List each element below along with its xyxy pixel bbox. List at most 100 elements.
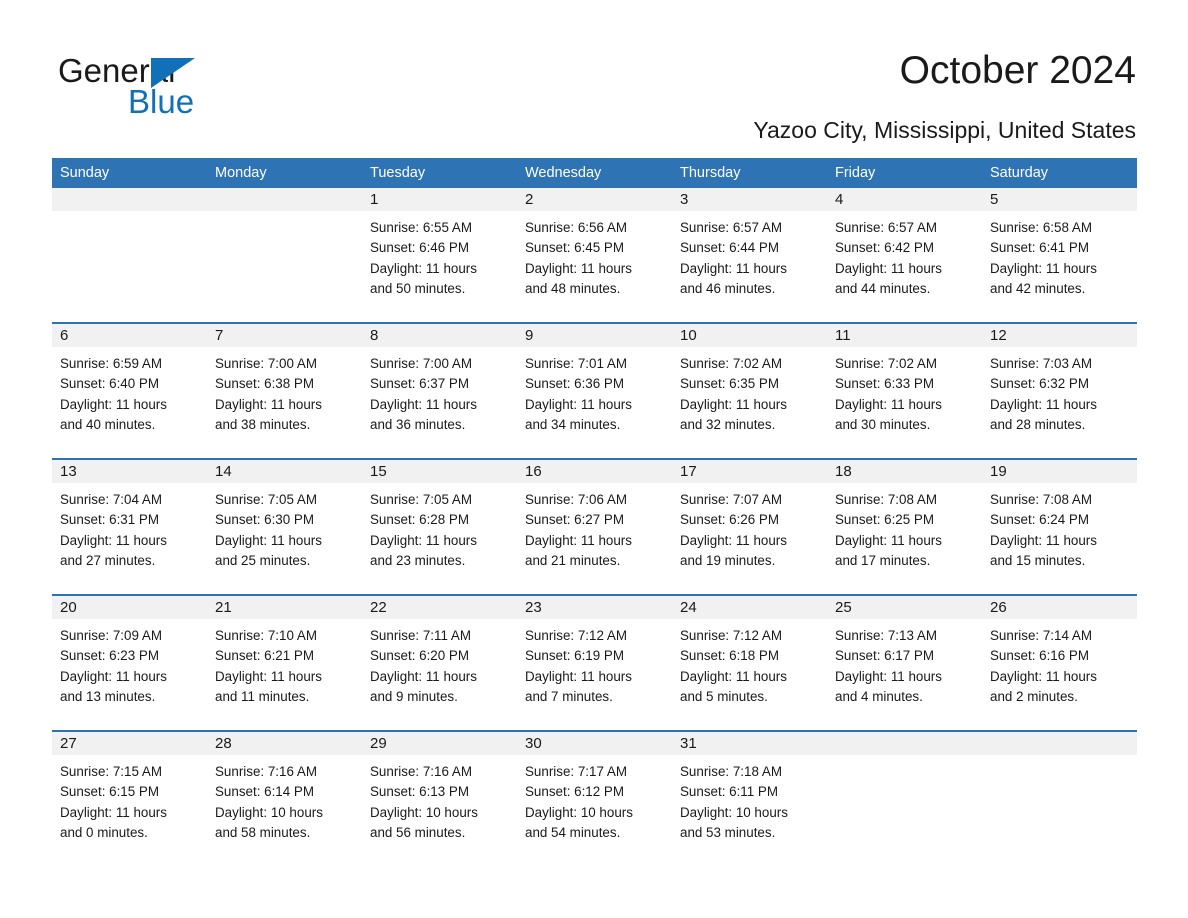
day-cell[interactable]: Sunrise: 6:56 AM Sunset: 6:45 PM Dayligh…	[517, 211, 672, 322]
day-number[interactable]: 4	[827, 188, 982, 211]
day-number[interactable]: 31	[672, 732, 827, 755]
day-cell[interactable]: Sunrise: 7:10 AM Sunset: 6:21 PM Dayligh…	[207, 619, 362, 730]
week-date-band: 20 21 22 23 24 25 26	[52, 596, 1137, 619]
day-number[interactable]: 23	[517, 596, 672, 619]
daylight-text-line2: and 38 minutes.	[215, 417, 311, 433]
day-number[interactable]: 27	[52, 732, 207, 755]
day-number[interactable]: 21	[207, 596, 362, 619]
day-number[interactable]: 10	[672, 324, 827, 347]
day-number[interactable]: 1	[362, 188, 517, 211]
day-cell[interactable]: Sunrise: 7:02 AM Sunset: 6:35 PM Dayligh…	[672, 347, 827, 458]
daylight-text-line2: and 15 minutes.	[990, 553, 1086, 569]
daylight-text-line2: and 34 minutes.	[525, 417, 621, 433]
daylight-text-line1: Daylight: 11 hours	[215, 396, 322, 412]
day-cell[interactable]: Sunrise: 6:58 AM Sunset: 6:41 PM Dayligh…	[982, 211, 1137, 322]
day-number[interactable]: 3	[672, 188, 827, 211]
daylight-text-line2: and 5 minutes.	[680, 689, 768, 705]
daylight-text-line1: Daylight: 11 hours	[525, 396, 632, 412]
day-cell[interactable]: Sunrise: 6:55 AM Sunset: 6:46 PM Dayligh…	[362, 211, 517, 322]
day-cell[interactable]: Sunrise: 7:11 AM Sunset: 6:20 PM Dayligh…	[362, 619, 517, 730]
day-cell[interactable]: Sunrise: 7:06 AM Sunset: 6:27 PM Dayligh…	[517, 483, 672, 594]
day-number[interactable]: 2	[517, 188, 672, 211]
day-cell[interactable]: Sunrise: 7:09 AM Sunset: 6:23 PM Dayligh…	[52, 619, 207, 730]
day-number[interactable]	[827, 732, 982, 755]
sunrise-text: Sunrise: 7:15 AM	[60, 764, 162, 779]
day-cell[interactable]: Sunrise: 7:05 AM Sunset: 6:28 PM Dayligh…	[362, 483, 517, 594]
day-number[interactable]: 26	[982, 596, 1137, 619]
day-cell[interactable]: Sunrise: 7:03 AM Sunset: 6:32 PM Dayligh…	[982, 347, 1137, 458]
sunrise-text: Sunrise: 7:00 AM	[370, 356, 472, 371]
day-cell[interactable]: Sunrise: 7:18 AM Sunset: 6:11 PM Dayligh…	[672, 755, 827, 866]
day-number[interactable]: 11	[827, 324, 982, 347]
day-cell[interactable]: Sunrise: 7:05 AM Sunset: 6:30 PM Dayligh…	[207, 483, 362, 594]
day-number[interactable]: 6	[52, 324, 207, 347]
day-number[interactable]: 9	[517, 324, 672, 347]
day-cell[interactable]	[207, 211, 362, 322]
day-number[interactable]: 22	[362, 596, 517, 619]
day-number[interactable]: 20	[52, 596, 207, 619]
daylight-text-line2: and 0 minutes.	[60, 825, 148, 841]
day-number[interactable]: 8	[362, 324, 517, 347]
day-number[interactable]: 28	[207, 732, 362, 755]
day-number[interactable]: 12	[982, 324, 1137, 347]
daylight-text-line1: Daylight: 11 hours	[680, 668, 787, 684]
day-number[interactable]: 19	[982, 460, 1137, 483]
daylight-text-line1: Daylight: 11 hours	[835, 260, 942, 276]
sunrise-text: Sunrise: 6:56 AM	[525, 220, 627, 235]
day-cell[interactable]: Sunrise: 7:00 AM Sunset: 6:38 PM Dayligh…	[207, 347, 362, 458]
day-number[interactable]: 13	[52, 460, 207, 483]
day-cell[interactable]: Sunrise: 6:57 AM Sunset: 6:42 PM Dayligh…	[827, 211, 982, 322]
day-cell[interactable]: Sunrise: 7:13 AM Sunset: 6:17 PM Dayligh…	[827, 619, 982, 730]
weekday-header-sunday: Sunday	[60, 165, 110, 181]
daylight-text-line2: and 4 minutes.	[835, 689, 923, 705]
day-cell[interactable]	[52, 211, 207, 322]
daylight-text-line2: and 40 minutes.	[60, 417, 156, 433]
day-cell[interactable]: Sunrise: 7:15 AM Sunset: 6:15 PM Dayligh…	[52, 755, 207, 866]
day-cell[interactable]: Sunrise: 7:17 AM Sunset: 6:12 PM Dayligh…	[517, 755, 672, 866]
daylight-text-line1: Daylight: 11 hours	[215, 668, 322, 684]
sunset-text: Sunset: 6:46 PM	[370, 240, 469, 256]
day-cell[interactable]: Sunrise: 6:59 AM Sunset: 6:40 PM Dayligh…	[52, 347, 207, 458]
day-number[interactable]: 29	[362, 732, 517, 755]
sunset-text: Sunset: 6:15 PM	[60, 784, 159, 800]
day-cell[interactable]: Sunrise: 7:02 AM Sunset: 6:33 PM Dayligh…	[827, 347, 982, 458]
day-cell[interactable]: Sunrise: 7:16 AM Sunset: 6:13 PM Dayligh…	[362, 755, 517, 866]
day-number[interactable]: 25	[827, 596, 982, 619]
day-number[interactable]	[207, 188, 362, 211]
daylight-text-line2: and 54 minutes.	[525, 825, 621, 841]
day-cell[interactable]: Sunrise: 7:07 AM Sunset: 6:26 PM Dayligh…	[672, 483, 827, 594]
day-number[interactable]: 18	[827, 460, 982, 483]
day-cell[interactable]	[827, 755, 982, 866]
day-number[interactable]	[52, 188, 207, 211]
week-detail-band: Sunrise: 7:09 AM Sunset: 6:23 PM Dayligh…	[52, 619, 1137, 730]
day-number[interactable]: 17	[672, 460, 827, 483]
day-number[interactable]: 24	[672, 596, 827, 619]
day-cell[interactable]: Sunrise: 7:08 AM Sunset: 6:24 PM Dayligh…	[982, 483, 1137, 594]
day-number[interactable]: 16	[517, 460, 672, 483]
day-cell[interactable]: Sunrise: 7:12 AM Sunset: 6:19 PM Dayligh…	[517, 619, 672, 730]
day-cell[interactable]: Sunrise: 7:16 AM Sunset: 6:14 PM Dayligh…	[207, 755, 362, 866]
daylight-text-line1: Daylight: 10 hours	[525, 804, 633, 820]
day-cell[interactable]: Sunrise: 7:04 AM Sunset: 6:31 PM Dayligh…	[52, 483, 207, 594]
day-cell[interactable]: Sunrise: 7:00 AM Sunset: 6:37 PM Dayligh…	[362, 347, 517, 458]
weekday-header-friday: Friday	[835, 165, 876, 181]
day-cell[interactable]: Sunrise: 6:57 AM Sunset: 6:44 PM Dayligh…	[672, 211, 827, 322]
day-cell[interactable]: Sunrise: 7:14 AM Sunset: 6:16 PM Dayligh…	[982, 619, 1137, 730]
daylight-text-line2: and 11 minutes.	[215, 689, 310, 705]
daylight-text-line2: and 19 minutes.	[680, 553, 776, 569]
day-cell[interactable]	[982, 755, 1137, 866]
daylight-text-line1: Daylight: 11 hours	[835, 396, 942, 412]
day-number[interactable]: 7	[207, 324, 362, 347]
day-number[interactable]: 14	[207, 460, 362, 483]
day-number[interactable]: 5	[982, 188, 1137, 211]
day-number[interactable]	[982, 732, 1137, 755]
daylight-text-line2: and 46 minutes.	[680, 281, 776, 297]
daylight-text-line2: and 27 minutes.	[60, 553, 156, 569]
sunrise-text: Sunrise: 7:05 AM	[370, 492, 472, 507]
day-cell[interactable]: Sunrise: 7:12 AM Sunset: 6:18 PM Dayligh…	[672, 619, 827, 730]
day-number[interactable]: 15	[362, 460, 517, 483]
day-cell[interactable]: Sunrise: 7:08 AM Sunset: 6:25 PM Dayligh…	[827, 483, 982, 594]
daylight-text-line2: and 13 minutes.	[60, 689, 156, 705]
day-number[interactable]: 30	[517, 732, 672, 755]
day-cell[interactable]: Sunrise: 7:01 AM Sunset: 6:36 PM Dayligh…	[517, 347, 672, 458]
